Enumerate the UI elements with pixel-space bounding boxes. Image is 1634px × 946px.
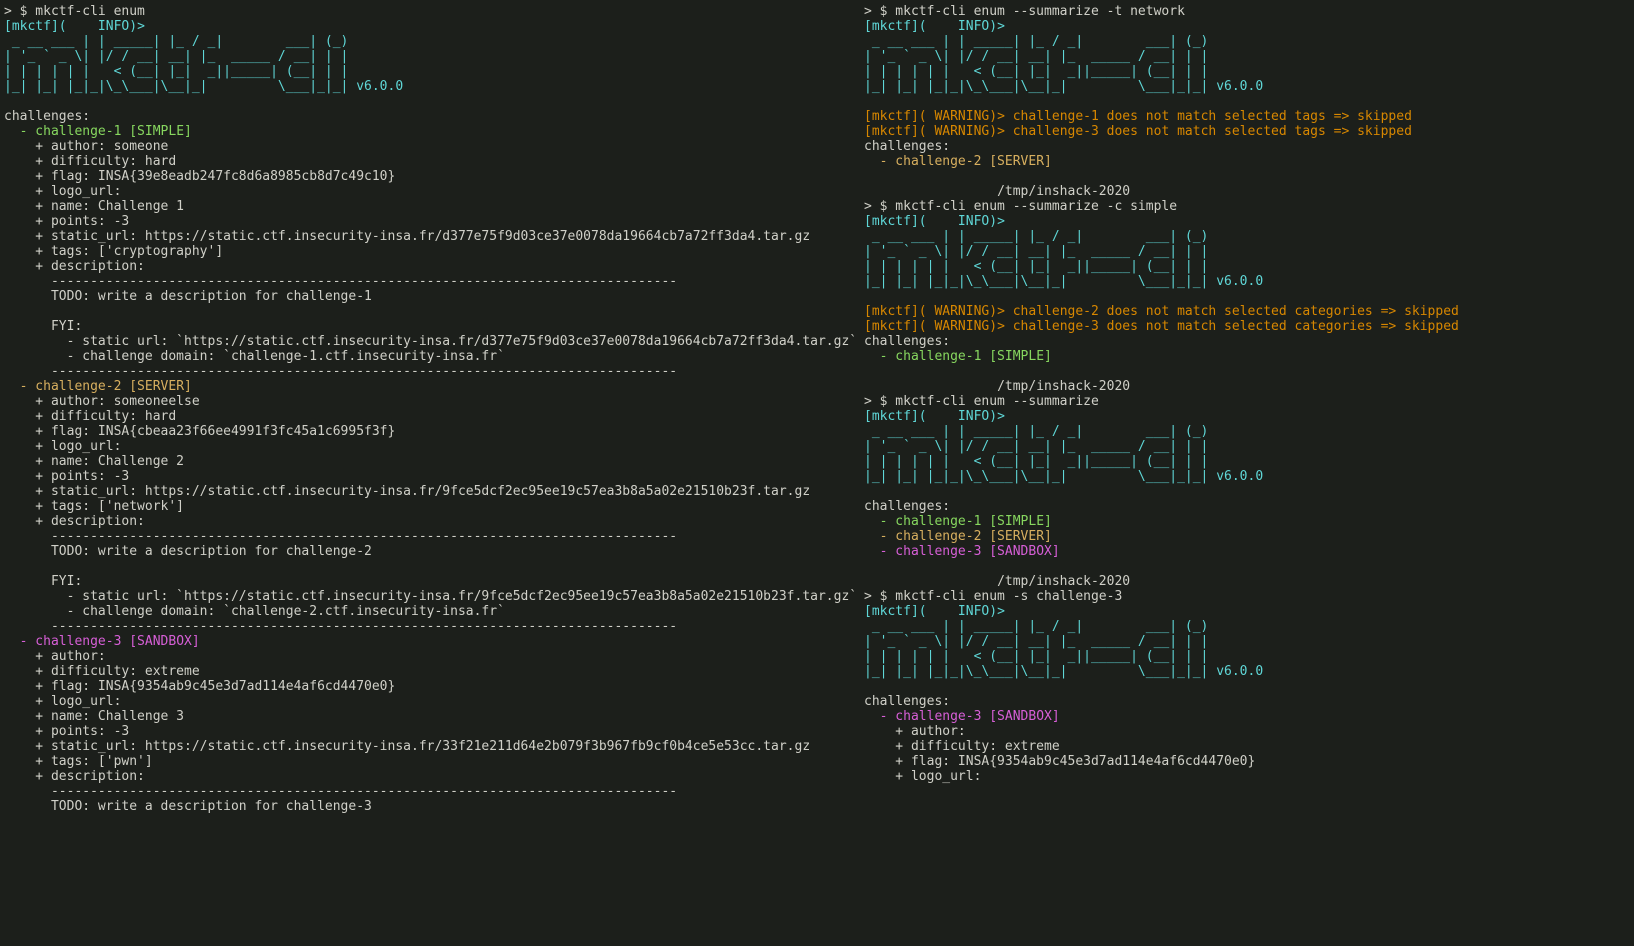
right-terminal-pane[interactable]: > $ mkctf-cli enum --summarize -t networ…	[860, 0, 1634, 946]
left-terminal-pane[interactable]: > $ mkctf-cli enum [mkctf]( INFO)> _ __ …	[0, 0, 860, 946]
terminal-split: > $ mkctf-cli enum [mkctf]( INFO)> _ __ …	[0, 0, 1634, 946]
